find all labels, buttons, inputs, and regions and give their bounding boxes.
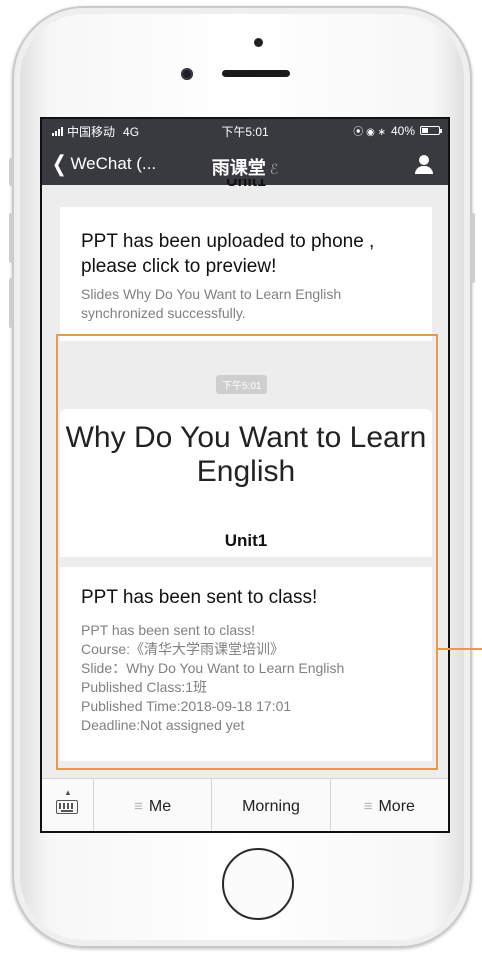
power-button [471,213,475,283]
callout-line [436,648,482,650]
home-button[interactable] [222,848,294,920]
mute-switch [9,158,13,186]
detail-line: Published Class:1班 [81,679,208,695]
nav-bar: ❮ WeChat (... 雨课堂 ℰ [42,147,448,181]
sent-notice-card[interactable]: PPT has been sent to class! PPT has been… [60,567,432,761]
menu-item-me[interactable]: ≡ Me [94,779,213,831]
menu-item-more[interactable]: ≡ More [331,779,448,831]
keyboard-icon [56,800,78,814]
upload-notice-desc: Slides Why Do You Want to Learn English … [81,286,342,321]
detail-line: PPT has been sent to class! [81,622,256,638]
detail-line: Published Time:2018-09-18 17:01 [81,698,292,714]
status-icons: ⦿ ◉ ∗ [353,127,386,138]
menu-item-label: Morning [242,797,300,815]
battery-percent: 40% [390,123,415,138]
detail-line: Slide：Why Do You Want to Learn English [81,660,345,676]
ppt-preview-card[interactable]: Why Do You Want to Learn English Unit1 [60,409,432,557]
partial-unit-label: Unit1 [226,179,266,190]
status-bar: 中国移动 4G 下午5:01 ⦿ ◉ ∗ 40% [42,119,448,141]
page-title: 雨课堂 ℰ [42,154,448,180]
ppt-preview-unit: Unit1 [224,531,268,550]
detail-line: Deadline:Not assigned yet [81,717,245,733]
battery-icon [420,126,442,135]
page-title-text: 雨课堂 [211,158,266,178]
earpiece-speaker [222,70,290,77]
upload-notice-title: PPT has been uploaded to phone , please … [81,231,375,277]
menu-item-label: Me [148,797,172,815]
keyboard-toggle-button[interactable]: ▲ [42,779,94,831]
menu-item-morning[interactable]: Morning [212,779,331,831]
menu-lines-icon: ≡ [134,798,143,815]
phone-screen: 中国移动 4G 下午5:01 ⦿ ◉ ∗ 40% ❮ WeChat (... 雨… [40,117,450,833]
app-header: 中国移动 4G 下午5:01 ⦿ ◉ ∗ 40% ❮ WeChat (... 雨… [42,119,448,185]
ppt-preview-title: Why Do You Want to Learn English [65,421,427,488]
front-camera [181,68,193,80]
sent-notice-details: PPT has been sent to class! Course:《清华大学… [81,621,421,735]
upload-notice-card[interactable]: PPT has been uploaded to phone , please … [60,207,432,341]
sent-notice-title: PPT has been sent to class! [81,587,318,608]
ear-icon: ℰ [269,161,279,177]
timestamp-chip: 下午5:01 [216,375,268,394]
proximity-sensor [254,38,263,47]
menu-lines-icon: ≡ [363,798,373,815]
person-icon[interactable] [414,155,434,175]
bottom-menu-bar: ▲ ≡ Me Morning ≡ More [42,778,448,831]
detail-line: Course:《清华大学雨课堂培训》 [81,641,285,657]
menu-item-label: More [378,797,415,815]
caret-up-icon: ▲ [64,788,72,797]
volume-down-button [9,278,13,328]
volume-up-button [9,213,13,263]
